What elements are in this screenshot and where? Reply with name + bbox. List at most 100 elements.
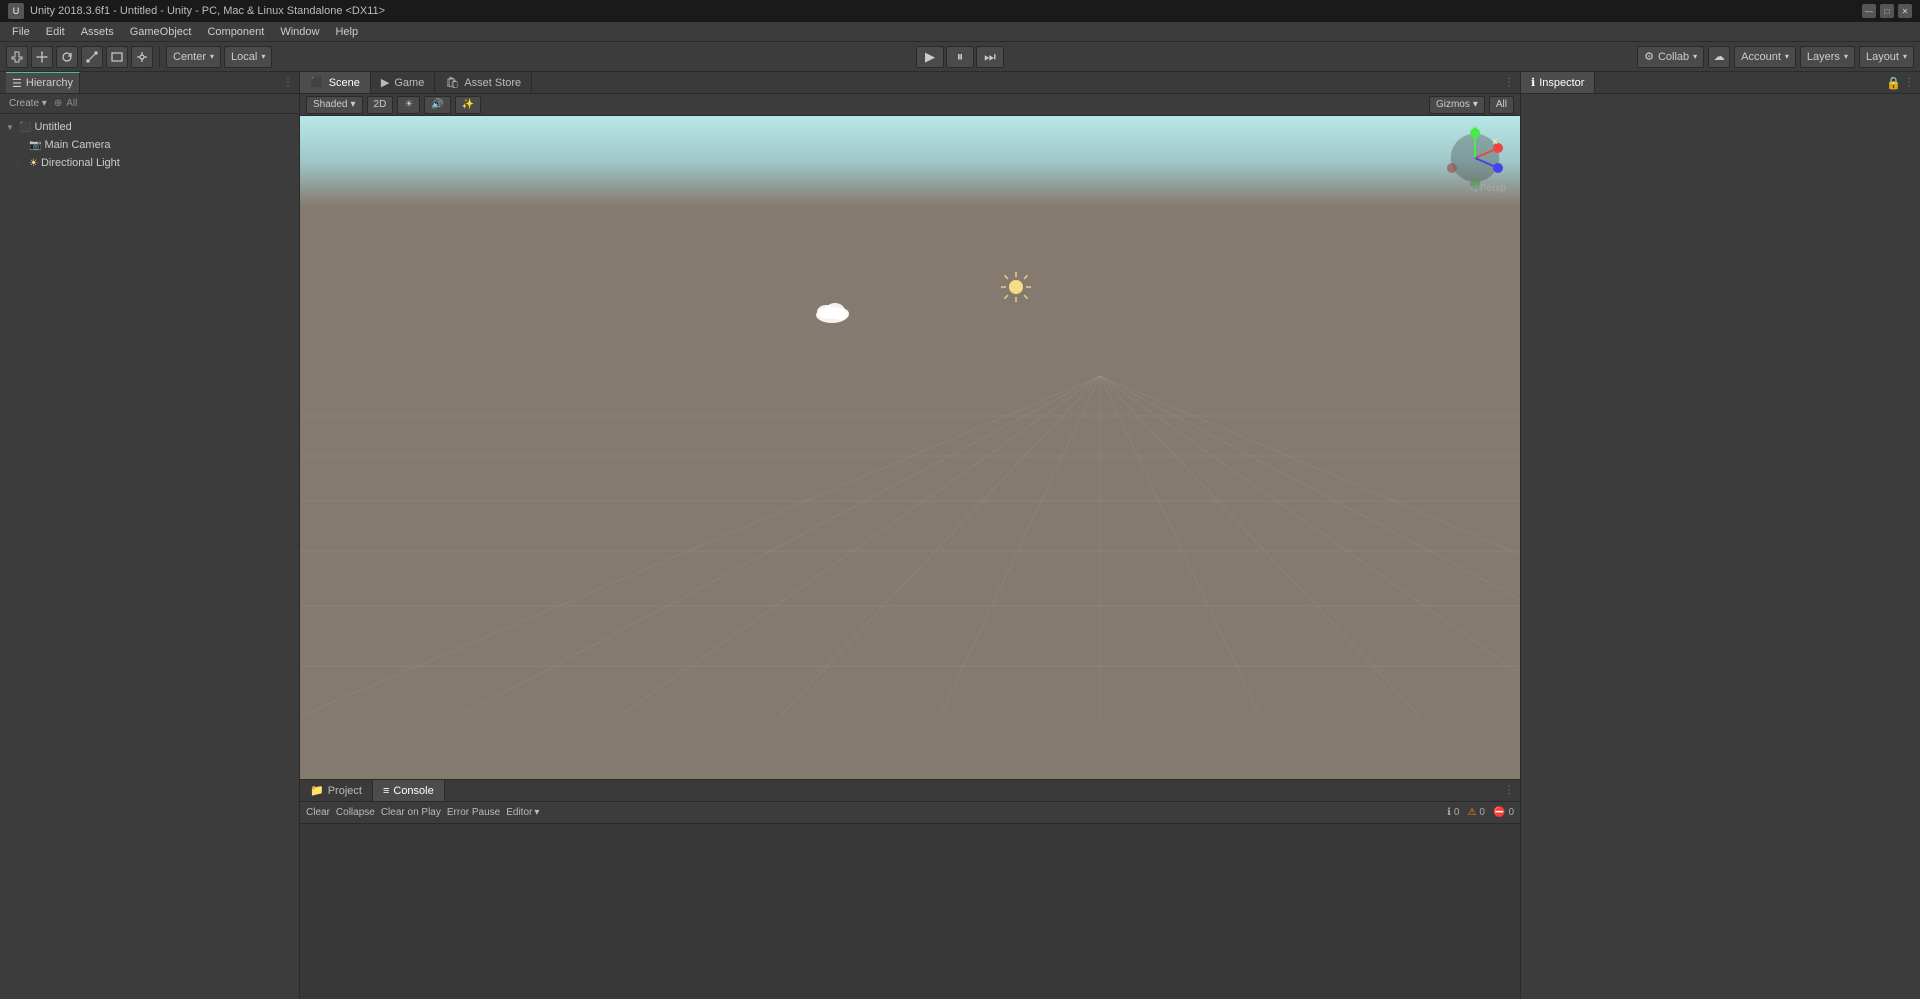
shaded-label: Shaded (313, 99, 347, 110)
lock-icon[interactable]: 🔒 (1886, 76, 1901, 90)
maximize-button[interactable]: □ (1880, 4, 1894, 18)
scene-arrow-icon: ▼ (6, 123, 16, 132)
error-pause-button[interactable]: Error Pause (447, 807, 500, 818)
cloud-button[interactable]: ☁ (1708, 46, 1730, 68)
scene-tab[interactable]: ⬛ Scene (300, 72, 371, 93)
menu-window[interactable]: Window (272, 24, 327, 40)
step-button[interactable]: ⏭ (976, 46, 1004, 68)
gizmos-dropdown[interactable]: Gizmos ▾ (1429, 96, 1485, 114)
audio-button[interactable]: 🔊 (424, 96, 450, 114)
warning-badge[interactable]: ⚠ 0 (1467, 807, 1485, 818)
console-badges: ℹ 0 ⚠ 0 ⛔ 0 (1447, 807, 1514, 818)
layout-dropdown[interactable]: Layout ▾ (1859, 46, 1914, 68)
scene-name-label: Untitled (34, 121, 71, 133)
console-toolbar: Clear Collapse Clear on Play Error Pause… (300, 802, 1520, 824)
scene-root-item[interactable]: ▼ ⬛ Untitled (0, 118, 299, 136)
center-column: ⬛ Scene ▶ Game 🛍 Asset Store ⋮ Shaded ▾ (300, 72, 1520, 999)
scene-panel-header: ⬛ Scene ▶ Game 🛍 Asset Store ⋮ (300, 72, 1520, 94)
minimize-button[interactable]: — (1862, 4, 1876, 18)
inspector-tab-icon: ℹ (1531, 76, 1535, 89)
window-controls[interactable]: — □ ✕ (1862, 4, 1912, 18)
rotate-tool-button[interactable] (56, 46, 78, 68)
console-content (300, 824, 1520, 999)
hierarchy-tab[interactable]: ☰ Hierarchy (6, 72, 80, 93)
cloud-object (813, 299, 851, 329)
hierarchy-header: ☰ Hierarchy ⋮ (0, 72, 299, 94)
bottom-tabs-row: 📁 Project ≡ Console ⋮ (300, 780, 1520, 802)
play-button[interactable]: ▶ (916, 46, 944, 68)
scale-tool-button[interactable] (81, 46, 103, 68)
rect-tool-button[interactable] (106, 46, 128, 68)
directional-light-label: Directional Light (41, 157, 120, 169)
console-tab-label: Console (393, 785, 433, 797)
2d-label: 2D (374, 99, 387, 110)
2d-button[interactable]: 2D (367, 96, 394, 114)
pivot-rotation-dropdown[interactable]: Local ▾ (224, 46, 272, 68)
pause-button[interactable]: ⏸ (946, 46, 974, 68)
game-tab-label: Game (394, 77, 424, 89)
toolbar-left: Center ▾ Local ▾ (0, 46, 278, 68)
move-tool-button[interactable] (31, 46, 53, 68)
error-icon: ⛔ (1493, 807, 1505, 818)
scene-panel-expand[interactable]: ⋮ (1498, 72, 1520, 93)
asset-store-tab-label: Asset Store (464, 77, 521, 89)
pivot-rotation-label: Local (231, 51, 257, 63)
toolbar: Center ▾ Local ▾ ▶ ⏸ ⏭ ⚙ Collab ▾ ☁ Acco… (0, 42, 1920, 72)
all-filter-dropdown[interactable]: All (1489, 96, 1514, 114)
transform-tool-button[interactable] (131, 46, 153, 68)
scene-tab-label: Scene (329, 77, 360, 89)
lighting-button[interactable]: ☀ (397, 96, 420, 114)
hierarchy-content: ▼ ⬛ Untitled ▷ 📷 Main Camera ▷ ☀ Directi… (0, 114, 299, 999)
menu-edit[interactable]: Edit (38, 24, 73, 40)
directional-light-item[interactable]: ▷ ☀ Directional Light (0, 154, 299, 172)
persp-label: ◁ Persp (1469, 183, 1506, 194)
bottom-area: 📁 Project ≡ Console ⋮ Clear Collapse Cle… (300, 779, 1520, 999)
bottom-expand-btn[interactable]: ⋮ (1498, 780, 1520, 801)
svg-text:Y: Y (1473, 126, 1478, 133)
pivot-mode-dropdown[interactable]: Center ▾ (166, 46, 221, 68)
console-tab[interactable]: ≡ Console (373, 780, 445, 801)
shaded-dropdown[interactable]: Shaded ▾ (306, 96, 363, 114)
account-dropdown[interactable]: Account ▾ (1734, 46, 1796, 68)
hand-tool-button[interactable] (6, 46, 28, 68)
cloud-svg (813, 299, 851, 323)
layers-dropdown[interactable]: Layers ▾ (1800, 46, 1855, 68)
asset-store-tab-icon: 🛍 (445, 76, 459, 89)
clear-button[interactable]: Clear (306, 807, 330, 818)
sun-icon: ☀ (404, 99, 413, 110)
collab-button[interactable]: ⚙ Collab ▾ (1637, 46, 1704, 68)
editor-dropdown[interactable]: Editor ▾ (506, 807, 539, 818)
menu-gameobject[interactable]: GameObject (122, 24, 200, 40)
clear-on-play-button[interactable]: Clear on Play (381, 807, 441, 818)
close-button[interactable]: ✕ (1898, 4, 1912, 18)
audio-icon: 🔊 (431, 99, 443, 110)
project-tab[interactable]: 📁 Project (300, 780, 373, 801)
menu-help[interactable]: Help (327, 24, 366, 40)
game-tab[interactable]: ▶ Game (371, 72, 435, 93)
account-arrow: ▾ (1785, 52, 1789, 61)
asset-store-tab[interactable]: 🛍 Asset Store (435, 72, 532, 93)
hierarchy-expand-btn[interactable]: ⋮ (283, 77, 293, 88)
main-camera-item[interactable]: ▷ 📷 Main Camera (0, 136, 299, 154)
info-badge[interactable]: ℹ 0 (1447, 807, 1459, 818)
gizmos-label: Gizmos (1436, 99, 1470, 110)
gizmo-widget[interactable]: X Y Z ◁ Persp (1440, 126, 1510, 196)
gizmos-arrow: ▾ (1473, 99, 1478, 110)
svg-text:Z: Z (1497, 167, 1502, 174)
main-camera-label: Main Camera (44, 139, 110, 151)
error-badge[interactable]: ⛔ 0 (1493, 807, 1514, 818)
separator-1 (159, 47, 160, 67)
menu-assets[interactable]: Assets (73, 24, 122, 40)
inspector-expand-btn[interactable]: ⋮ (1904, 77, 1914, 88)
inspector-tab[interactable]: ℹ Inspector (1521, 72, 1595, 93)
light-arrow-icon: ▷ (16, 159, 26, 168)
main-layout: ☰ Hierarchy ⋮ Create ▾ ⊕ All ▼ ⬛ Untitle… (0, 72, 1920, 999)
warning-count: 0 (1479, 807, 1485, 818)
create-button[interactable]: Create ▾ (6, 98, 50, 109)
scene-viewport[interactable]: .grid-line { stroke: rgba(180,170,160,0.… (300, 116, 1520, 779)
menu-file[interactable]: File (4, 24, 38, 40)
collapse-button[interactable]: Collapse (336, 807, 375, 818)
fx-button[interactable]: ✨ (455, 96, 481, 114)
menu-component[interactable]: Component (199, 24, 272, 40)
pivot-mode-label: Center (173, 51, 206, 63)
